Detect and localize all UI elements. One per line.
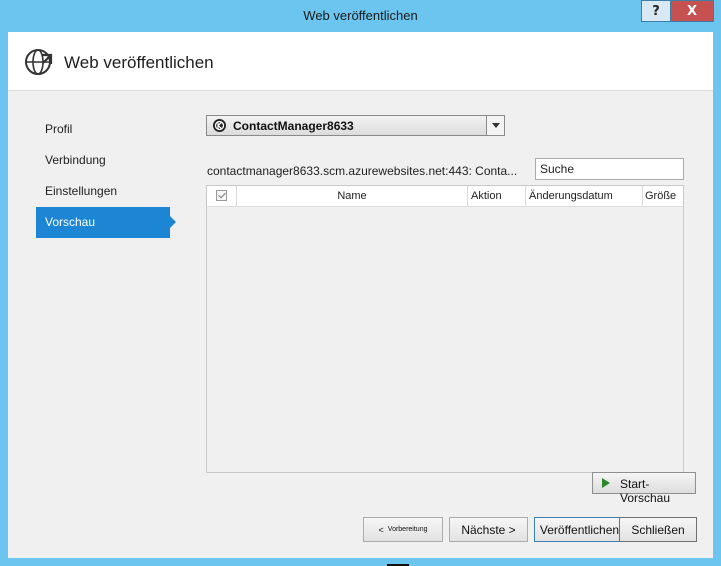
globe-publish-icon — [25, 49, 53, 75]
column-groesse[interactable]: Größe — [643, 186, 683, 206]
select-all-column — [207, 186, 237, 206]
start-preview-label: Start-Vorschau — [620, 477, 671, 505]
column-aktion[interactable]: Aktion — [468, 186, 526, 206]
publish-dialog: Web veröffentlichen ? X Web veröffentlic… — [0, 0, 721, 566]
table-header: Name Aktion Änderungsdatum Größe — [207, 186, 683, 207]
nav-item-einstellungen[interactable]: Einstellungen — [36, 176, 170, 207]
start-preview-button[interactable]: Start-Vorschau — [592, 472, 696, 505]
select-all-checkbox[interactable] — [216, 190, 227, 201]
previous-arrow: < — [378, 524, 384, 535]
help-button[interactable]: ? — [641, 0, 670, 22]
column-name[interactable]: Name — [237, 186, 468, 206]
connection-url: contactmanager8633.scm.azurewebsites.net… — [207, 164, 518, 178]
changes-table: Name Aktion Änderungsdatum Größe Start-V… — [206, 185, 696, 505]
close-button[interactable]: Schließen — [619, 517, 697, 542]
profile-name: ContactManager8633 — [233, 119, 354, 133]
next-button[interactable]: Nächste > — [449, 517, 528, 542]
dialog-content: Web veröffentlichen Profil Verbindung Ei… — [8, 32, 713, 558]
column-datum[interactable]: Änderungsdatum — [526, 186, 643, 206]
window-title: Web veröffentlichen — [303, 8, 418, 23]
nav-item-verbindung[interactable]: Verbindung — [36, 145, 170, 176]
wizard-nav: Profil Verbindung Einstellungen Vorschau — [36, 114, 176, 238]
nav-item-vorschau[interactable]: Vorschau — [36, 207, 176, 238]
play-icon — [602, 478, 610, 488]
nav-item-profil[interactable]: Profil — [36, 114, 170, 145]
publish-profile-icon — [213, 119, 226, 132]
previous-button[interactable]: < Vorbereitung — [363, 517, 443, 542]
search-input[interactable] — [535, 158, 684, 180]
publish-button[interactable]: Veröffentlichen — [534, 517, 625, 542]
chevron-down-icon[interactable] — [486, 116, 504, 135]
dialog-header: Web veröffentlichen — [8, 32, 713, 91]
previous-label: Vorbereitung — [387, 526, 428, 533]
profile-dropdown[interactable]: ContactManager8633 — [206, 115, 505, 136]
close-window-button[interactable]: X — [670, 0, 714, 22]
title-bar[interactable]: Web veröffentlichen ? X — [0, 0, 721, 32]
page-title: Web veröffentlichen — [64, 53, 214, 72]
